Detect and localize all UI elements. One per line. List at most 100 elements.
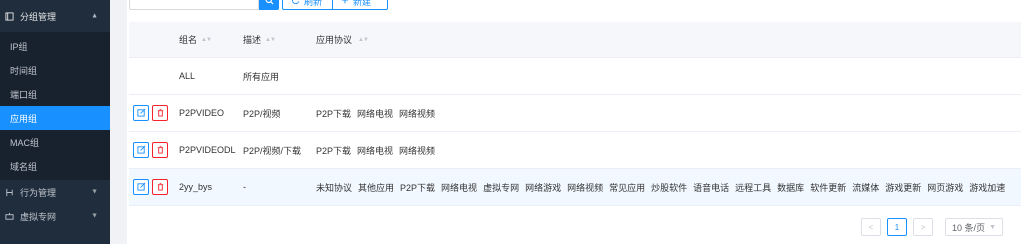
cell-name: 2yy_bys bbox=[179, 182, 213, 192]
chevron-up-icon: ▲ bbox=[91, 12, 98, 20]
protocol-tag: 语音电话 bbox=[693, 182, 730, 193]
vpn-icon bbox=[4, 211, 14, 221]
sidebar-item-domain-group[interactable]: 域名组 bbox=[0, 154, 110, 178]
protocol-tag: 未知协议 bbox=[316, 182, 353, 193]
sidebar-item-label: 域名组 bbox=[10, 161, 38, 172]
refresh-icon bbox=[291, 0, 300, 7]
sort-icon: ▲▼ bbox=[265, 36, 276, 43]
content-card: 刷新 新建 组名 ▲▼ 描述 ▲▼ 应用协议 ▲▼ ALL 所有应用 P2PVIDEO P2… bbox=[127, 0, 1021, 244]
sidebar-group-vpn[interactable]: 虚拟专网 ▼ bbox=[0, 204, 110, 228]
page-size-select[interactable]: 10 条/页 ▼ bbox=[945, 218, 1003, 236]
edit-button[interactable] bbox=[133, 142, 149, 158]
header-desc[interactable]: 描述 ▲▼ bbox=[243, 33, 316, 46]
trash-icon bbox=[156, 145, 165, 156]
cell-name: P2PVIDEO bbox=[179, 108, 225, 118]
sidebar-item-time-group[interactable]: 时间组 bbox=[0, 58, 110, 82]
refresh-button[interactable]: 刷新 bbox=[282, 0, 333, 10]
protocol-tag: 远程工具 bbox=[735, 182, 772, 193]
chevron-down-icon: ▼ bbox=[91, 212, 98, 220]
row-actions bbox=[129, 105, 179, 121]
chevron-down-icon: ▼ bbox=[91, 188, 98, 196]
sidebar-item-label: IP组 bbox=[10, 41, 28, 52]
search-icon bbox=[265, 0, 274, 7]
prev-page-button[interactable]: < bbox=[861, 218, 881, 236]
trash-icon bbox=[156, 108, 165, 119]
protocol-tag: 游戏更新 bbox=[885, 182, 922, 193]
sidebar-item-label: 应用组 bbox=[10, 113, 38, 124]
sidebar-item-label: MAC组 bbox=[10, 137, 39, 148]
protocol-tag: 网络电视 bbox=[441, 182, 478, 193]
row-actions bbox=[129, 142, 179, 158]
edit-icon bbox=[136, 182, 146, 193]
edit-button[interactable] bbox=[133, 105, 149, 121]
sort-icon: ▲▼ bbox=[358, 36, 369, 43]
table-row[interactable]: 2yy_bys - 未知协议 其他应用 P2P下载 网络电视 虚拟专网 网络游戏 网络视频 常见应… bbox=[129, 169, 1021, 206]
protocol-tag: 网络视频 bbox=[399, 145, 436, 156]
sidebar-item-label: 时间组 bbox=[10, 65, 38, 76]
protocol-tag: 数据库 bbox=[777, 182, 805, 193]
chevron-right-icon: > bbox=[920, 222, 926, 232]
table-header: 组名 ▲▼ 描述 ▲▼ 应用协议 ▲▼ bbox=[129, 22, 1021, 58]
protocol-tag: P2P下载 bbox=[400, 182, 436, 193]
header-name[interactable]: 组名 ▲▼ bbox=[179, 33, 243, 46]
delete-button[interactable] bbox=[152, 105, 168, 121]
sidebar: 分组管理 ▲ IP组 时间组 端口组 应用组 MAC组 域名组 行为管理 ▼ 虚… bbox=[0, 0, 110, 244]
sidebar-item-port-group[interactable]: 端口组 bbox=[0, 82, 110, 106]
protocol-tag: 游戏加速 bbox=[969, 182, 1006, 193]
sidebar-group-group-management[interactable]: 分组管理 ▲ bbox=[0, 0, 110, 32]
cell-protocols: P2P下载 网络电视 网络视频 bbox=[316, 107, 1021, 120]
protocol-tag: 网络电视 bbox=[357, 108, 394, 119]
app-group-table: 组名 ▲▼ 描述 ▲▼ 应用协议 ▲▼ ALL 所有应用 P2PVIDEO P2P/视频 P2… bbox=[129, 22, 1021, 206]
sidebar-group-label: 分组管理 bbox=[20, 11, 57, 22]
edit-icon bbox=[136, 145, 146, 156]
sidebar-item-mac-group[interactable]: MAC组 bbox=[0, 130, 110, 154]
sidebar-group-behavior-management[interactable]: 行为管理 ▼ bbox=[0, 180, 110, 204]
protocol-tag: 网络电视 bbox=[357, 145, 394, 156]
edit-button[interactable] bbox=[133, 179, 149, 195]
table-body: ALL 所有应用 P2PVIDEO P2P/视频 P2P下载 网络电视 网络视频 P2PVID… bbox=[129, 58, 1021, 206]
cell-name: P2PVIDEODL bbox=[179, 145, 236, 155]
main-content: 刷新 新建 组名 ▲▼ 描述 ▲▼ 应用协议 ▲▼ ALL 所有应用 P2PVIDEO P2… bbox=[110, 0, 1021, 244]
refresh-label: 刷新 bbox=[304, 0, 323, 7]
sidebar-item-app-group[interactable]: 应用组 bbox=[0, 106, 110, 130]
search-input[interactable] bbox=[129, 0, 259, 10]
cell-protocols: 未知协议 其他应用 P2P下载 网络电视 虚拟专网 网络游戏 网络视频 常见应用 炒股软件 语音电… bbox=[316, 181, 1021, 194]
table-row[interactable]: P2PVIDEODL P2P/视频/下载 P2P下载 网络电视 网络视频 bbox=[129, 132, 1021, 169]
row-actions bbox=[129, 179, 179, 195]
header-protocols[interactable]: 应用协议 ▲▼ bbox=[316, 33, 1021, 46]
protocol-tag: 其他应用 bbox=[358, 182, 395, 193]
table-row[interactable]: ALL 所有应用 bbox=[129, 58, 1021, 95]
cell-desc: P2P/视频 bbox=[243, 108, 281, 119]
cell-protocols: P2P下载 网络电视 网络视频 bbox=[316, 144, 1021, 157]
plus-icon bbox=[341, 0, 349, 6]
sidebar-item-ip-group[interactable]: IP组 bbox=[0, 34, 110, 58]
cell-desc: - bbox=[243, 182, 246, 192]
protocol-tag: 软件更新 bbox=[810, 182, 847, 193]
sidebar-group-label: 行为管理 bbox=[20, 187, 57, 198]
pagination: < 1 > 10 条/页 ▼ bbox=[861, 218, 1003, 236]
protocol-tag: 网络游戏 bbox=[525, 182, 562, 193]
cell-name: ALL bbox=[179, 71, 196, 81]
delete-button[interactable] bbox=[152, 142, 168, 158]
sidebar-item-label: 端口组 bbox=[10, 89, 38, 100]
sort-icon: ▲▼ bbox=[201, 36, 212, 43]
protocol-tag: P2P下载 bbox=[316, 108, 352, 119]
branch-icon bbox=[4, 187, 14, 197]
next-page-button[interactable]: > bbox=[913, 218, 933, 236]
new-button[interactable]: 新建 bbox=[333, 0, 388, 10]
sidebar-submenu: IP组 时间组 端口组 应用组 MAC组 域名组 bbox=[0, 32, 110, 180]
search-button[interactable] bbox=[259, 0, 279, 10]
delete-button[interactable] bbox=[152, 179, 168, 195]
page-number-button[interactable]: 1 bbox=[887, 218, 907, 236]
chevron-left-icon: < bbox=[868, 222, 874, 232]
table-row[interactable]: P2PVIDEO P2P/视频 P2P下载 网络电视 网络视频 bbox=[129, 95, 1021, 132]
trash-icon bbox=[156, 182, 165, 193]
protocol-tag: 网络视频 bbox=[399, 108, 436, 119]
new-label: 新建 bbox=[353, 0, 372, 7]
sidebar-group-label: 虚拟专网 bbox=[20, 211, 57, 222]
protocol-tag: 虚拟专网 bbox=[483, 182, 520, 193]
cell-desc: P2P/视频/下载 bbox=[243, 145, 302, 156]
protocol-tag: 网络视频 bbox=[567, 182, 604, 193]
protocol-tag: 常见应用 bbox=[609, 182, 646, 193]
protocol-tag: 炒股软件 bbox=[651, 182, 688, 193]
